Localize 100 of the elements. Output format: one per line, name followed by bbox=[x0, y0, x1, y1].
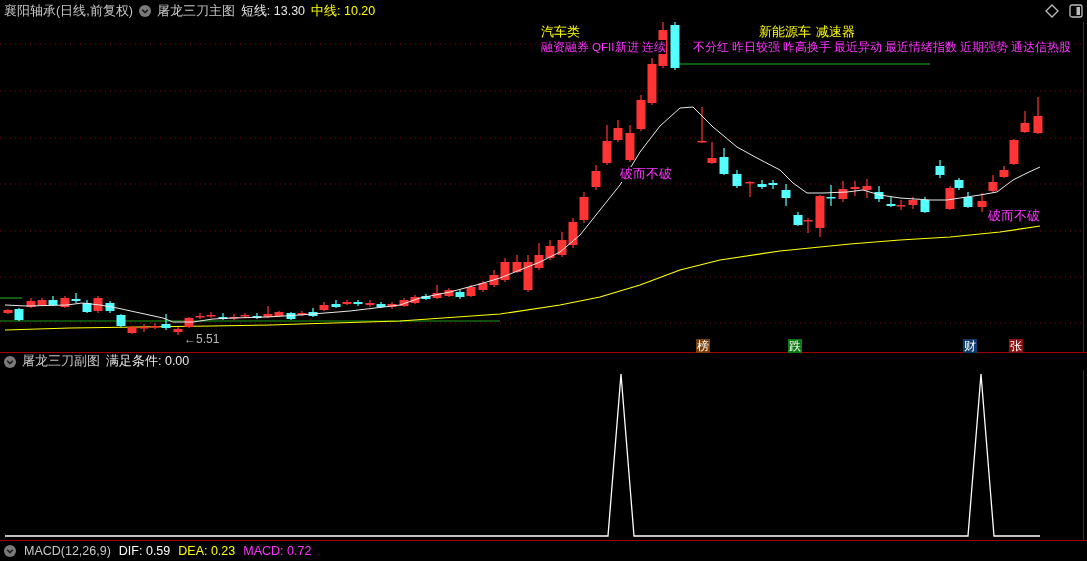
indicator-name: 屠龙三刀副图 bbox=[22, 354, 100, 369]
signal-label: 破而不破 bbox=[620, 167, 672, 182]
feature-tag: 昨高换手 bbox=[782, 40, 831, 54]
rising-candle bbox=[3, 308, 13, 315]
rising-candle bbox=[908, 196, 918, 210]
falling-candle bbox=[768, 179, 778, 190]
event-marker[interactable]: 财 bbox=[963, 339, 977, 353]
falling-candle bbox=[920, 196, 930, 214]
falling-candle bbox=[963, 191, 973, 209]
rising-candle bbox=[319, 301, 329, 312]
falling-candle bbox=[14, 307, 24, 322]
falling-candle bbox=[886, 196, 896, 208]
indicator-name: MACD(12,26,9) bbox=[24, 543, 111, 559]
indicator-reading: DIF: 0.59 bbox=[118, 543, 171, 559]
indicator-reading: MACD: 0.72 bbox=[243, 543, 312, 559]
rising-candle bbox=[139, 323, 149, 333]
falling-candle bbox=[954, 177, 964, 191]
rising-candle bbox=[173, 326, 183, 336]
rising-candle bbox=[647, 57, 657, 106]
falling-candle bbox=[874, 185, 884, 203]
feature-tag: 连续 bbox=[641, 40, 666, 54]
falling-candle bbox=[732, 169, 742, 189]
falling-candle bbox=[935, 159, 945, 179]
feature-tag: 昨日较强 bbox=[731, 40, 780, 54]
rising-candle bbox=[297, 310, 307, 317]
indicator-name: 屠龙三刀主图 bbox=[156, 3, 235, 19]
falling-candle bbox=[331, 299, 341, 309]
rising-candle bbox=[127, 325, 137, 335]
diamond-icon[interactable] bbox=[1045, 4, 1059, 18]
rising-candle bbox=[625, 124, 635, 163]
indicator-reading: 中线: 10.20 bbox=[311, 3, 376, 19]
event-marker[interactable]: 跌 bbox=[788, 339, 802, 353]
rising-candle bbox=[803, 217, 813, 234]
rising-candle bbox=[365, 299, 375, 308]
rising-candle bbox=[815, 194, 825, 238]
falling-candle bbox=[218, 312, 228, 321]
level-line bbox=[0, 297, 23, 299]
rising-candle bbox=[342, 299, 352, 306]
rising-candle bbox=[557, 231, 567, 258]
rising-candle bbox=[1020, 110, 1030, 134]
rising-candle bbox=[1033, 96, 1043, 135]
chevron-icon[interactable] bbox=[4, 355, 16, 368]
feature-tag: 最近情绪指数 bbox=[884, 40, 957, 54]
rising-candle bbox=[745, 180, 755, 198]
rising-candle bbox=[500, 257, 510, 283]
rising-candle bbox=[466, 284, 476, 298]
rising-candle bbox=[444, 287, 454, 298]
rising-candle bbox=[862, 178, 872, 199]
falling-candle bbox=[826, 184, 836, 207]
indicator-reading: 满足条件: 0.00 bbox=[106, 354, 190, 369]
chevron-icon[interactable] bbox=[138, 5, 151, 17]
rising-candle bbox=[26, 297, 36, 309]
feature-tag: 最近异动 bbox=[833, 40, 882, 54]
chart-title: 襄阳轴承(日线,前复权) bbox=[4, 3, 133, 19]
falling-candle bbox=[455, 289, 465, 300]
falling-candle bbox=[82, 299, 92, 314]
rising-candle bbox=[988, 174, 998, 194]
falling-candle bbox=[105, 300, 115, 314]
concept-tag: 汽车类 bbox=[541, 25, 580, 40]
rising-candle bbox=[838, 180, 848, 203]
concept-tag: 新能源车 bbox=[759, 25, 811, 40]
feature-tag: 近期强势 bbox=[959, 40, 1008, 54]
event-marker[interactable]: 张 bbox=[1009, 339, 1023, 353]
indicator-reading: DEA: 0.23 bbox=[178, 543, 236, 559]
signal-label: 破而不破 bbox=[988, 209, 1040, 224]
rising-candle bbox=[60, 295, 70, 309]
feature-tag: 融资融券 bbox=[541, 40, 589, 54]
falling-candle bbox=[376, 301, 386, 309]
event-marker[interactable]: 榜 bbox=[696, 339, 710, 353]
low-price-label: ←5.51 bbox=[184, 332, 220, 347]
falling-candle bbox=[719, 147, 729, 176]
rising-candle bbox=[545, 239, 555, 261]
rising-candle bbox=[579, 191, 589, 224]
falling-candle bbox=[781, 183, 791, 207]
falling-candle bbox=[286, 311, 296, 321]
feature-tag: 通达信热股 bbox=[1010, 40, 1071, 54]
feature-tag: 不分红 bbox=[692, 40, 729, 54]
falling-candle bbox=[116, 313, 126, 328]
falling-candle bbox=[48, 295, 58, 307]
falling-candle bbox=[71, 292, 81, 304]
rising-candle bbox=[534, 242, 544, 271]
rising-candle bbox=[568, 217, 578, 249]
rising-candle bbox=[410, 294, 420, 305]
rising-candle bbox=[850, 180, 860, 197]
rising-candle bbox=[37, 297, 47, 307]
rising-candle bbox=[896, 199, 906, 211]
rising-candle bbox=[945, 185, 955, 211]
concept-tag: 减速器 bbox=[816, 25, 855, 40]
falling-candle bbox=[252, 312, 262, 320]
rising-candle bbox=[636, 94, 646, 132]
falling-candle bbox=[421, 293, 431, 301]
rising-candle bbox=[977, 192, 987, 213]
falling-candle bbox=[353, 299, 363, 307]
feature-tag: QFII新进 bbox=[592, 40, 639, 54]
falling-candle bbox=[161, 313, 171, 331]
rising-candle bbox=[93, 295, 103, 314]
panel-icon[interactable] bbox=[1069, 4, 1083, 18]
falling-candle bbox=[670, 22, 680, 71]
chevron-icon[interactable] bbox=[4, 545, 16, 557]
falling-candle bbox=[757, 179, 767, 190]
